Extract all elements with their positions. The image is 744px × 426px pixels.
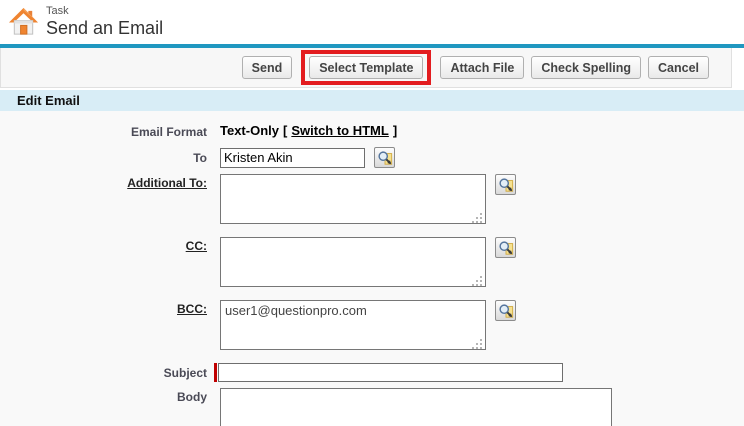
subject-label: Subject (0, 366, 207, 380)
cancel-button[interactable]: Cancel (648, 56, 709, 79)
section-title: Edit Email (17, 93, 80, 108)
edit-email-section-header: Edit Email (0, 90, 744, 111)
body-textarea[interactable] (220, 388, 612, 426)
additional-to-row: Additional To: (0, 174, 744, 229)
select-template-button[interactable]: Select Template (309, 56, 423, 79)
toolbar: Send Select Template Attach File Check S… (0, 48, 732, 88)
entity-label: Task (46, 5, 163, 18)
bracket-open: [ (283, 123, 287, 138)
task-house-icon (8, 7, 39, 38)
select-template-highlight-box: Select Template (301, 50, 431, 85)
additional-to-label-link[interactable]: Additional To: (127, 176, 207, 190)
cc-textarea-wrap (220, 237, 486, 292)
cc-label-link[interactable]: CC: (186, 239, 207, 253)
lookup-magnifier-icon (498, 177, 514, 193)
cc-textarea[interactable] (220, 237, 486, 287)
body-textarea-wrap (220, 388, 612, 426)
body-row: Body (0, 388, 744, 426)
switch-to-html-link[interactable]: Switch to HTML (291, 123, 389, 138)
resize-grip-icon[interactable] (480, 284, 482, 286)
lookup-magnifier-icon (377, 150, 393, 166)
cc-lookup-button[interactable] (495, 237, 516, 258)
bcc-textarea-wrap: user1@questionpro.com (220, 300, 486, 355)
cc-row: CC: (0, 237, 744, 292)
attach-file-button[interactable]: Attach File (440, 56, 524, 79)
to-label: To (0, 151, 207, 165)
required-indicator (214, 363, 217, 382)
to-lookup-button[interactable] (374, 147, 395, 168)
resize-grip-icon[interactable] (480, 221, 482, 223)
subject-row: Subject (0, 363, 744, 382)
edit-email-form: Email Format Text-Only [ Switch to HTML … (0, 111, 744, 426)
lookup-magnifier-icon (498, 240, 514, 256)
additional-to-lookup-button[interactable] (495, 174, 516, 195)
bcc-label-link[interactable]: BCC: (177, 302, 207, 316)
to-input[interactable] (220, 148, 365, 168)
lookup-magnifier-icon (498, 303, 514, 319)
email-format-label: Email Format (0, 123, 207, 139)
resize-grip-icon[interactable] (480, 347, 482, 349)
body-label: Body (0, 388, 207, 404)
page-header: Task Send an Email (0, 0, 744, 44)
additional-to-textarea[interactable] (220, 174, 486, 224)
email-format-value: Text-Only [ Switch to HTML ] (220, 123, 397, 138)
check-spelling-button[interactable]: Check Spelling (531, 56, 641, 79)
bcc-row: BCC: user1@questionpro.com (0, 300, 744, 355)
send-button[interactable]: Send (242, 56, 293, 79)
additional-to-textarea-wrap (220, 174, 486, 229)
bcc-textarea[interactable]: user1@questionpro.com (220, 300, 486, 350)
send-email-page: Task Send an Email Send Select Template … (0, 0, 744, 426)
title-block: Task Send an Email (46, 5, 163, 39)
email-format-row: Email Format Text-Only [ Switch to HTML … (0, 123, 744, 139)
to-row: To (0, 147, 744, 168)
email-format-current: Text-Only (220, 123, 279, 138)
page-title: Send an Email (46, 18, 163, 39)
bracket-close: ] (393, 123, 397, 138)
subject-input[interactable] (218, 363, 563, 382)
bcc-lookup-button[interactable] (495, 300, 516, 321)
